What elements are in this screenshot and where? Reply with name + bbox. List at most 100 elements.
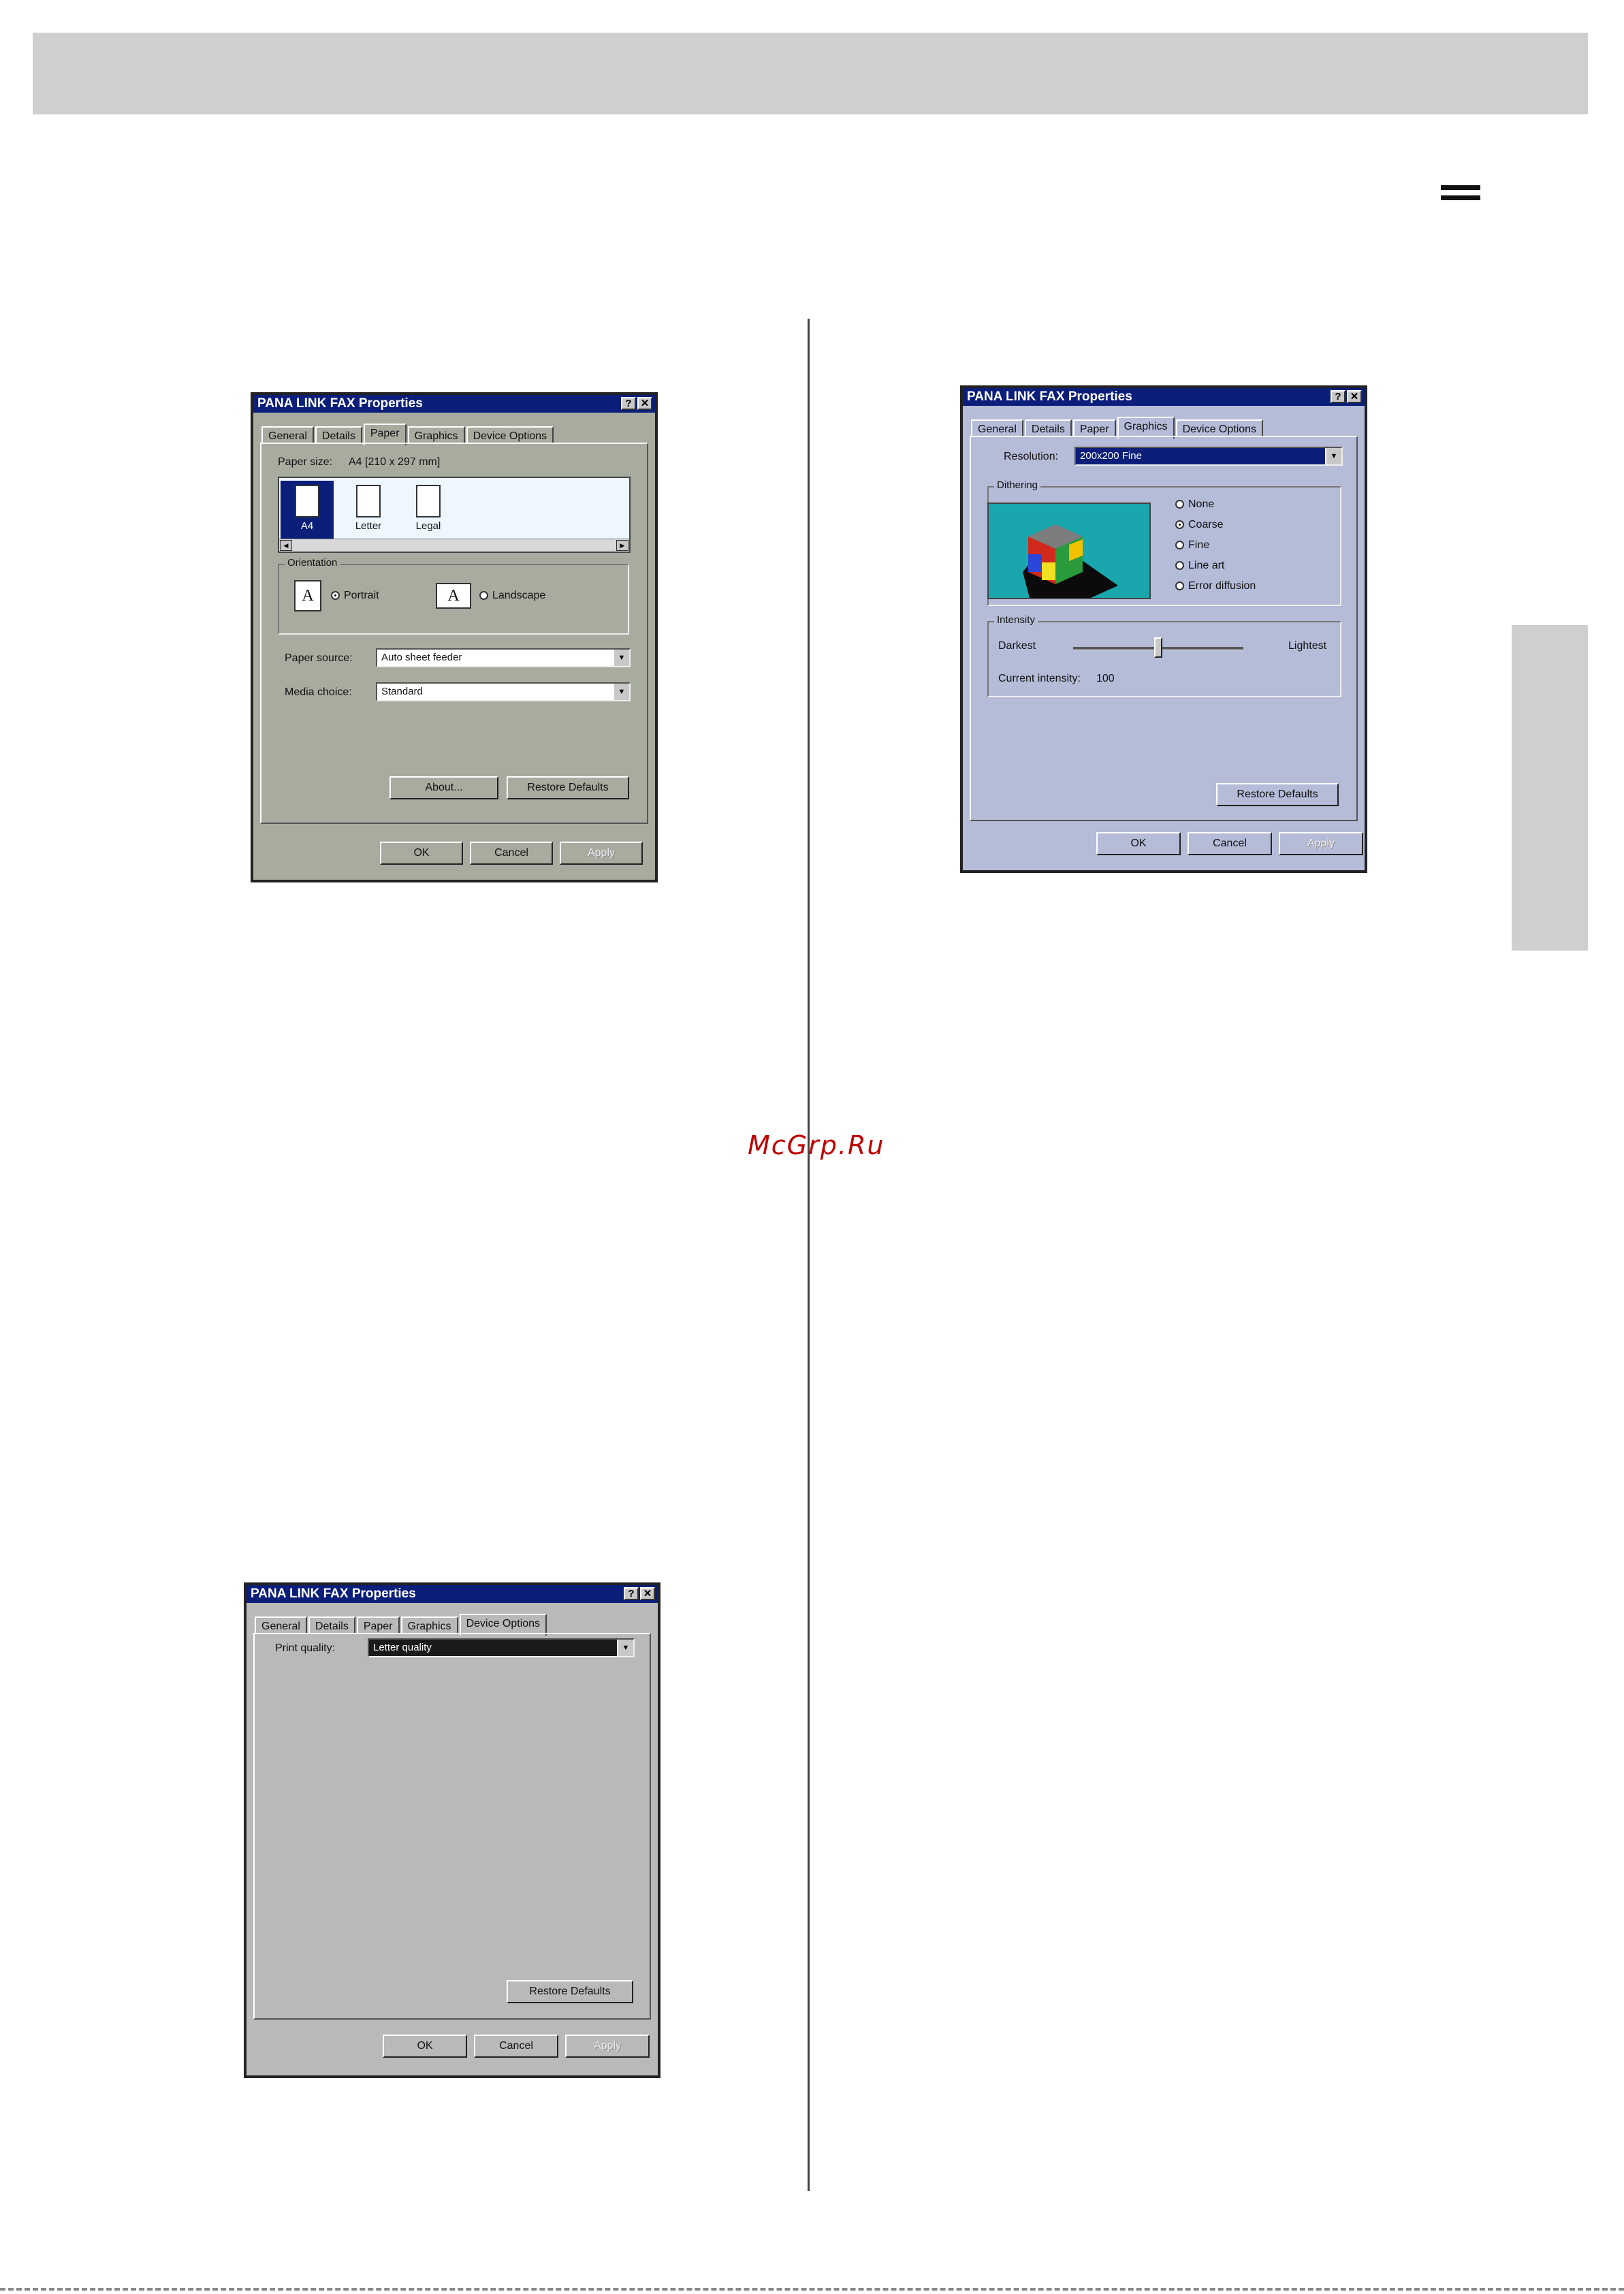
- landscape-radio[interactable]: Landscape: [479, 590, 545, 602]
- cancel-button[interactable]: Cancel: [470, 842, 553, 865]
- resolution-label: Resolution:: [1004, 451, 1059, 462]
- radio-dot: [1175, 520, 1184, 530]
- tab-device-options[interactable]: Device Options: [466, 426, 554, 444]
- dialog-titlebar: PANA LINK FAX Properties ? ✕: [253, 395, 655, 413]
- print-quality-value: Letter quality: [373, 1642, 432, 1653]
- ok-button[interactable]: OK: [380, 842, 463, 865]
- cancel-button[interactable]: Cancel: [474, 2035, 558, 2058]
- bottom-rule: [0, 2288, 1624, 2293]
- dither-radio-line-art[interactable]: Line art: [1175, 560, 1224, 572]
- radio-dot: [1175, 582, 1184, 591]
- tab-panel: Paper size: A4 [210 x 297 mm] A4 Letter …: [260, 443, 648, 824]
- restore-defaults-button[interactable]: Restore Defaults: [507, 1980, 633, 2003]
- paper-item-letter[interactable]: Letter: [342, 481, 395, 539]
- radio-label: Line art: [1188, 560, 1225, 571]
- tab-paper[interactable]: Paper: [1072, 419, 1116, 437]
- tab-details[interactable]: Details: [1024, 419, 1072, 437]
- paper-size-label: Paper size:: [278, 456, 333, 468]
- dither-radio-none[interactable]: None: [1175, 498, 1214, 511]
- close-button[interactable]: ✕: [1347, 390, 1362, 403]
- tab-graphics[interactable]: Graphics: [400, 1616, 458, 1634]
- dropdown-arrow-icon[interactable]: ▼: [1325, 448, 1341, 464]
- paper-item-a4[interactable]: A4: [281, 481, 334, 539]
- media-choice-label: Media choice:: [285, 686, 352, 698]
- radio-label: Portrait: [344, 590, 379, 601]
- tab-general[interactable]: General: [255, 1616, 307, 1634]
- intensity-group: Intensity: [987, 614, 1341, 697]
- dither-radio-coarse[interactable]: Coarse: [1175, 519, 1224, 531]
- tab-strip: General Details Paper Graphics Device Option…: [255, 1612, 548, 1636]
- dialog-titlebar: PANA LINK FAX Properties ? ✕: [246, 1585, 658, 1603]
- dropdown-arrow-icon[interactable]: ▼: [613, 684, 629, 700]
- help-button[interactable]: ?: [621, 397, 636, 410]
- dropdown-arrow-icon[interactable]: ▼: [617, 1640, 633, 1656]
- paper-source-label: Paper source:: [285, 652, 353, 664]
- orientation-label: Orientation: [285, 557, 340, 569]
- tab-details[interactable]: Details: [308, 1616, 355, 1634]
- dialog-title: PANA LINK FAX Properties: [257, 396, 423, 411]
- darkest-label: Darkest: [998, 640, 1036, 652]
- paper-source-value: Auto sheet feeder: [381, 652, 462, 663]
- dialog-title: PANA LINK FAX Properties: [967, 389, 1132, 404]
- dithering-label: Dithering: [994, 479, 1041, 491]
- scroll-left-icon[interactable]: ◀: [280, 540, 292, 551]
- apply-button[interactable]: Apply: [1279, 832, 1363, 855]
- about-button[interactable]: About...: [389, 776, 498, 799]
- radio-label: Error diffusion: [1188, 580, 1256, 592]
- paper-source-select[interactable]: Auto sheet feeder ▼: [376, 648, 631, 667]
- print-quality-label: Print quality:: [275, 1642, 336, 1654]
- side-tab-marker: [1512, 625, 1588, 951]
- tab-general[interactable]: General: [261, 426, 314, 444]
- restore-defaults-button[interactable]: Restore Defaults: [1216, 783, 1339, 806]
- paper-item-label: Legal: [415, 520, 441, 532]
- tab-panel: Print quality: Letter quality ▼ Restore …: [253, 1633, 651, 2020]
- paper-properties-dialog: PANA LINK FAX Properties ? ✕ General Deta…: [251, 392, 658, 882]
- ok-button[interactable]: OK: [383, 2035, 467, 2058]
- scroll-right-icon[interactable]: ▶: [616, 540, 628, 551]
- paper-sheet-icon: [295, 485, 319, 517]
- resolution-select[interactable]: 200x200 Fine ▼: [1074, 447, 1343, 466]
- dither-radio-error-diffusion[interactable]: Error diffusion: [1175, 580, 1256, 592]
- lightest-label: Lightest: [1288, 640, 1327, 652]
- paper-item-label: A4: [300, 520, 314, 532]
- portrait-icon: A: [294, 580, 321, 611]
- tab-paper[interactable]: Paper: [356, 1616, 400, 1634]
- tab-details[interactable]: Details: [315, 426, 362, 444]
- print-quality-select[interactable]: Letter quality ▼: [368, 1638, 635, 1657]
- tab-device-options[interactable]: Device Options: [1175, 419, 1264, 437]
- paper-size-value: A4 [210 x 297 mm]: [349, 456, 441, 468]
- dropdown-arrow-icon[interactable]: ▼: [613, 650, 629, 666]
- close-button[interactable]: ✕: [640, 1587, 655, 1600]
- close-button[interactable]: ✕: [637, 397, 652, 410]
- media-choice-select[interactable]: Standard ▼: [376, 682, 631, 701]
- tab-panel: Resolution: 200x200 Fine ▼ Dithering Non…: [970, 436, 1358, 821]
- dither-radio-fine[interactable]: Fine: [1175, 539, 1209, 552]
- radio-label: None: [1188, 498, 1215, 510]
- intensity-label: Intensity: [994, 614, 1038, 626]
- portrait-radio[interactable]: Portrait: [331, 590, 379, 602]
- radio-dot: [479, 591, 488, 601]
- dialog-title: PANA LINK FAX Properties: [251, 1587, 416, 1601]
- help-button[interactable]: ?: [1331, 390, 1346, 403]
- radio-dot: [1175, 541, 1184, 550]
- tab-general[interactable]: General: [971, 419, 1023, 437]
- radio-label: Fine: [1188, 539, 1210, 551]
- column-divider: [808, 319, 810, 2191]
- apply-button[interactable]: Apply: [560, 842, 643, 865]
- landscape-icon: A: [436, 583, 471, 609]
- paper-size-list[interactable]: A4 Letter Legal ◀ ▶: [278, 477, 631, 553]
- ok-button[interactable]: OK: [1096, 832, 1181, 855]
- radio-dot: [1175, 500, 1184, 509]
- radio-dot: [1175, 561, 1184, 571]
- horizontal-scrollbar[interactable]: ◀ ▶: [279, 539, 629, 552]
- intensity-slider-thumb[interactable]: [1154, 637, 1162, 658]
- cancel-button[interactable]: Cancel: [1188, 832, 1272, 855]
- paper-item-legal[interactable]: Legal: [402, 481, 455, 539]
- paper-sheet-icon: [356, 485, 381, 517]
- restore-defaults-button[interactable]: Restore Defaults: [507, 776, 629, 799]
- tab-graphics[interactable]: Graphics: [407, 426, 465, 444]
- help-button[interactable]: ?: [624, 1587, 639, 1600]
- current-intensity-label: Current intensity:: [998, 673, 1081, 684]
- apply-button[interactable]: Apply: [565, 2035, 650, 2058]
- watermark: McGrp.Ru: [748, 1130, 885, 1160]
